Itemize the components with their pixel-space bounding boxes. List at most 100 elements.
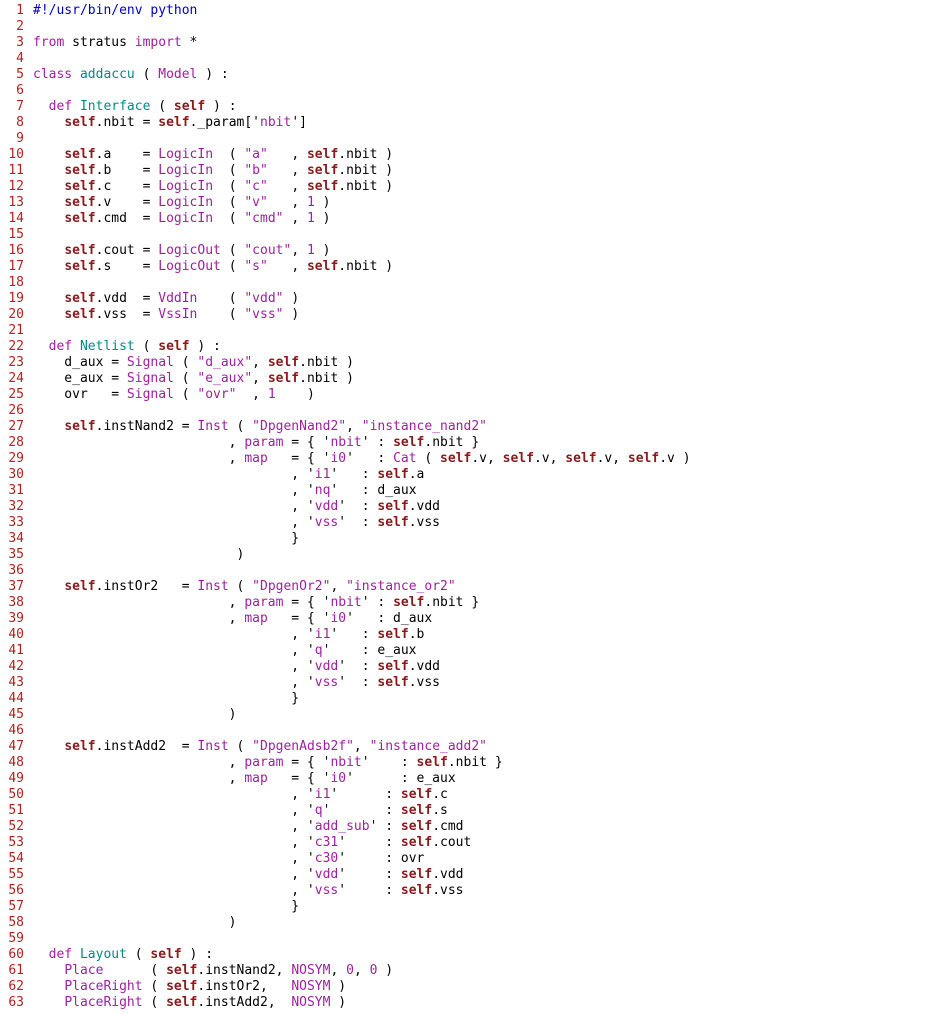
code-line: 13 self.v = LogicIn ( "v" , 1 ) — [0, 195, 950, 211]
line-content: } — [24, 899, 299, 915]
plain-token: ) — [33, 547, 245, 562]
number-token: 0 — [346, 963, 354, 978]
plain-token: '] — [291, 115, 307, 130]
line-number: 42 — [8, 659, 24, 674]
code-line: 48 , param = { 'nbit' : self.nbit } — [0, 755, 950, 771]
plain-token: ' : — [338, 883, 401, 898]
code-line: 57 } — [0, 899, 950, 915]
code-line: 41 , 'q' : e_aux — [0, 643, 950, 659]
self-token: self — [64, 243, 96, 258]
line-content: self.vss = VssIn ( "vss" ) — [24, 307, 299, 323]
code-line: 5 class addaccu ( Model ) : — [0, 67, 950, 83]
plain-token: ' : — [322, 803, 401, 818]
plain-token: , ' — [33, 675, 315, 690]
line-content: } — [24, 691, 299, 707]
plain-token: .v = — [95, 195, 159, 210]
plain-token: ' : — [338, 499, 378, 514]
line-content: self.b = LogicIn ( "b" , self.nbit ) — [24, 163, 393, 179]
plain-token: } — [33, 899, 300, 914]
string-token: "vss" — [244, 307, 284, 322]
plain-token: ' : — [338, 835, 401, 850]
line-number: 19 — [8, 291, 24, 306]
string-token: "e_aux" — [197, 371, 253, 386]
line-content: , 'i1' : self.b — [24, 627, 424, 643]
line-content: ) — [24, 707, 237, 723]
plain-token: .nbit = — [95, 115, 159, 130]
line-number: 47 — [8, 739, 24, 754]
plain-token: ( — [173, 371, 198, 386]
line-content: , 'vdd' : self.vdd — [24, 659, 440, 675]
line-content — [24, 83, 33, 99]
code-line: 60 def Layout ( self ) : — [0, 947, 950, 963]
string-token: "a" — [244, 147, 268, 162]
builtin-token: Inst — [197, 419, 229, 434]
plain-token: ) — [314, 195, 331, 210]
code-line: 30 , 'i1' : self.a — [0, 467, 950, 483]
line-number: 3 — [16, 35, 24, 50]
line-number: 8 — [16, 115, 24, 130]
plain-token: , ' — [33, 499, 315, 514]
plain-token: , ' — [33, 515, 315, 530]
plain-token: , — [33, 435, 245, 450]
plain-token: , ' — [33, 803, 315, 818]
line-content: PlaceRight ( self.instOr2, NOSYM ) — [24, 979, 346, 995]
line-content: , 'vss' : self.vss — [24, 883, 463, 899]
line-content: self.instAdd2 = Inst ( "DpgenAdsb2f", "i… — [24, 739, 487, 755]
plain-token: .v, — [533, 451, 566, 466]
plain-token: .instAdd2 = — [95, 739, 198, 754]
line-content: self.a = LogicIn ( "a" , self.nbit ) — [24, 147, 393, 163]
line-content — [24, 931, 33, 947]
plain-token: ' : ovr — [338, 851, 425, 866]
code-line: 53 , 'c31' : self.cout — [0, 835, 950, 851]
line-content: def Layout ( self ) : — [24, 947, 213, 963]
plain-token: ( — [142, 979, 167, 994]
string-token: vss — [314, 675, 339, 690]
code-line: 40 , 'i1' : self.b — [0, 627, 950, 643]
code-line: 63 PlaceRight ( self.instAdd2, NOSYM ) — [0, 995, 950, 1011]
self-token: self — [377, 659, 409, 674]
line-content: , param = { 'nbit' : self.nbit } — [24, 435, 480, 451]
code-line: 1 #!/usr/bin/env python — [0, 3, 950, 19]
line-content: #!/usr/bin/env python — [24, 3, 197, 19]
code-editor[interactable]: 1 #!/usr/bin/env python 2 3 from stratus imp… — [0, 3, 950, 1011]
line-content: self.c = LogicIn ( "c" , self.nbit ) — [24, 179, 393, 195]
plain-token: .s = — [95, 259, 159, 274]
line-content: , 'c30' : ovr — [24, 851, 424, 867]
function-name-token: Interface — [79, 99, 151, 114]
plain-token: ' : — [369, 819, 401, 834]
line-number: 33 — [8, 515, 24, 530]
line-content: self.instNand2 = Inst ( "DpgenNand2", "i… — [24, 419, 487, 435]
plain-token: .v, — [471, 451, 503, 466]
line-content — [24, 723, 33, 739]
plain-token: .c = — [95, 179, 159, 194]
builtin-token: Cat — [393, 451, 417, 466]
string-token: "cmd" — [244, 211, 284, 226]
line-number: 4 — [16, 51, 24, 66]
number-token: 1 — [306, 195, 315, 210]
code-line: 24 e_aux = Signal ( "e_aux", self.nbit ) — [0, 371, 950, 387]
line-number: 40 — [8, 627, 24, 642]
self-token: self — [267, 371, 300, 386]
plain-token: ( — [173, 355, 198, 370]
builtin-token: PlaceRight — [64, 995, 143, 1010]
line-number: 46 — [8, 723, 24, 738]
code-line: 61 Place ( self.instNand2, NOSYM, 0, 0 ) — [0, 963, 950, 979]
plain-token: } — [33, 531, 300, 546]
keyword-token: def — [48, 947, 73, 962]
code-line: 50 , 'i1' : self.c — [0, 787, 950, 803]
line-content: , 'i1' : self.a — [24, 467, 424, 483]
line-content: } — [24, 531, 299, 547]
line-number: 37 — [8, 579, 24, 594]
plain-token: } — [33, 691, 300, 706]
line-content — [24, 51, 33, 67]
string-token: "DpgenAdsb2f" — [252, 739, 354, 754]
plain-token: = { ' — [283, 755, 331, 770]
